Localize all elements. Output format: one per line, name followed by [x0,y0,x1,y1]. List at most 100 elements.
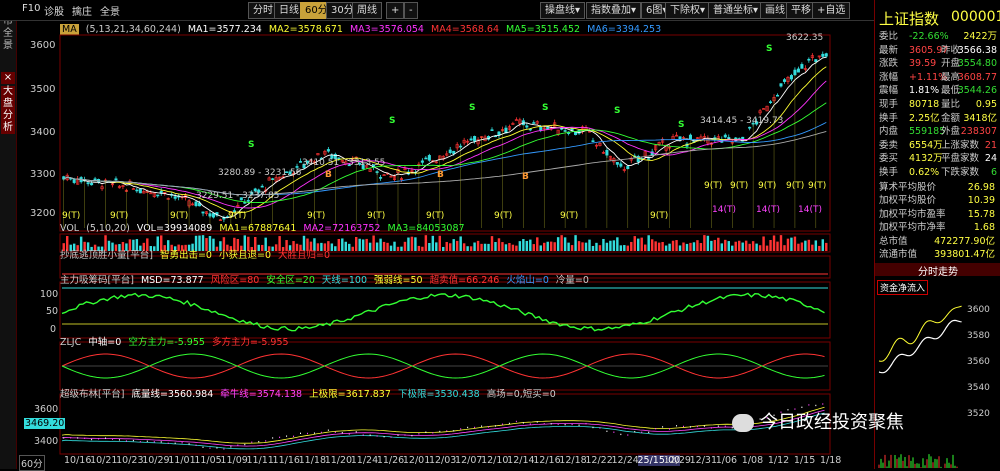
seq-9t-8: 9(T) [494,211,513,221]
tool-caopan-button[interactable]: 操盘线▾ [540,2,586,19]
candle-body [135,189,139,192]
sidebar-close-icon[interactable]: × [1,72,15,84]
panel5-bull-line: 牵牛线=3574.138 [220,389,303,400]
quote-value: 6554万 [909,139,943,151]
candle-body [532,122,536,124]
chevron-down-icon: ▾ [700,5,706,16]
menu-diagnose[interactable]: 诊股 [44,3,64,18]
panel4-axis: 中轴=0 [88,337,122,348]
vol-params: (5,10,20) [86,223,130,234]
quote-key: 委卖 [879,139,899,151]
fundamental-row: 加权平均市盈率 15.78 [879,208,999,221]
candle-body [779,83,783,87]
seq-14t-2: 14(T) [756,205,780,215]
menu-f10[interactable]: F10 [22,3,40,14]
fundamental-key: 加权平均股价 [879,195,937,207]
menu-qinzhuang[interactable]: 擒庄 [72,3,92,18]
zoom-in-button[interactable]: + [386,2,405,19]
candle-body [525,125,529,128]
panel3-header: 主力吸筹码[平台] MSD=73.877 风险区=80 安全区=20 天线=10… [60,275,593,287]
signal-s-2: S [389,116,396,126]
quote-key: 委买 [879,153,899,165]
date-tick: 12/31 [689,455,718,466]
panel2-header: 抄底逃顶胜小量[平台] 智勇出击=0 小获且退=0 大胜且归=0 [60,250,334,262]
signal-s-1: S [248,140,255,150]
candle-body [86,182,90,185]
panel2-b: 小获且退=0 [219,250,272,261]
panel5-upper: 上极限=3617.837 [309,389,391,400]
fundamental-row: 流通市值 393801.47亿 [879,248,999,261]
tool-index-overlay-button[interactable]: 指数叠加▾ [586,2,642,19]
date-tick: 1/18 [820,455,842,466]
quote-value: 39.59 [909,58,937,70]
candle-body [243,201,247,204]
panel2-title[interactable]: 抄底逃顶胜小量[平台] [60,250,153,261]
vol-label[interactable]: VOL [60,223,79,234]
chevron-down-icon: ▾ [753,5,759,16]
fenshi-title[interactable]: 分时走势 [875,263,1000,278]
date-tick: 12/29 [663,455,691,466]
menu-panorama[interactable]: 全景 [100,3,120,18]
panel3-risk: 风险区=80 [210,275,260,286]
quote-value2: 3566.38 [957,44,997,56]
candle-body [619,163,623,167]
panel3-axis-0: 0 [50,324,57,335]
vol-ma3: MA3=84053087 [387,223,465,234]
fundamental-row: 总市值 472277.90亿 [879,235,999,248]
panel3-title[interactable]: 主力吸筹码[平台] [60,275,134,286]
quote-value: 0.62% [909,167,940,178]
seq-9t-7: 9(T) [426,211,445,221]
price-axis-3400: 3400 [30,127,56,138]
panel3-safe: 安全区=20 [266,275,315,286]
signal-b-1: B [325,170,332,180]
mini-intraday-chart[interactable] [875,292,1000,469]
quote-value: 4132万 [909,153,943,165]
candle-body [789,75,793,80]
panel5-border [59,393,831,455]
panel3-border [59,281,831,339]
sidebar-tab-market-analysis[interactable]: 大盘分析 [1,86,15,134]
seq-9t-10: 9(T) [650,211,669,221]
fundamental-value: 26.98 [967,182,995,193]
date-tick: 12/01 [402,455,431,466]
annotation-mid: 3414.45 - 3419.73 [700,116,784,126]
candle-body [72,179,76,183]
quote-row: 涨幅 +1.11% 最高 3608.77 [879,71,999,84]
candle-body [326,149,330,152]
zoom-out-button[interactable]: - [404,2,418,19]
main-chart-area[interactable] [16,20,874,469]
tool-coordinate-button[interactable]: 普通坐标▾ [708,2,764,19]
seq-9t-6: 9(T) [367,211,386,221]
quote-value: 1.81% [909,85,940,97]
candle-body [114,178,118,181]
candle-body [688,134,692,140]
signal-s-3: S [469,103,476,113]
candle-body [156,194,160,197]
panel5-base: 底量线=3560.984 [131,389,214,400]
quote-value2: 24 [984,153,997,165]
seq-9t-5: 9(T) [307,211,326,221]
add-watchlist-button[interactable]: +自选 [812,2,851,19]
quote-value2: 3554.80 [957,58,997,70]
tool-exright-button[interactable]: 下除权▾ [665,2,711,19]
date-tick: 11/01 [168,455,196,466]
mini-axis-3600: 3600 [967,305,990,315]
date-tick: 11/24 [350,455,379,466]
date-tick: 11/20 [324,455,353,466]
period-weekly-button[interactable]: 周线 [352,2,382,19]
fundamental-key: 加权平均市净率 [879,222,946,234]
boll-mid [61,409,825,447]
candle-body [769,101,773,104]
quote-key2: 下跌家数 [941,167,980,178]
quote-row: 换手 2.25亿 金额 3418亿 [879,112,999,125]
panel4-title[interactable]: ZLJC [60,337,81,348]
quote-value2: 2422万 [963,31,997,42]
candle-body [591,140,595,142]
vol-ma2: MA2=72163752 [303,223,381,234]
date-tick: 11/16 [272,455,300,466]
panel5-title[interactable]: 超级布林[平台] [60,389,124,400]
quote-key: 涨跌 [879,58,899,70]
candle-body [626,166,630,169]
date-tick: 1/12 [767,455,790,466]
mini-axis-3560: 3560 [967,357,990,367]
